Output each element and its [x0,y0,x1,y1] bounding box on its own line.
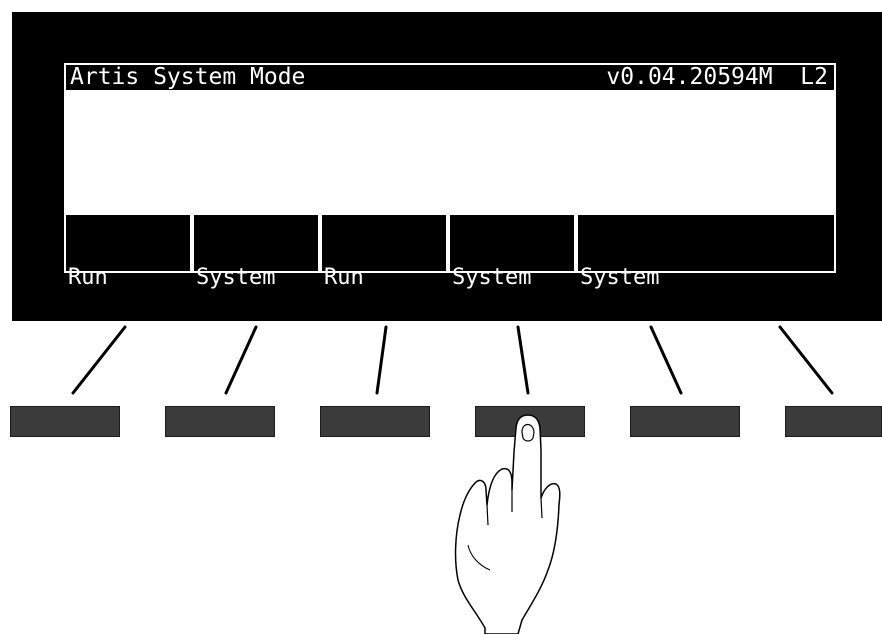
pointing-hand-icon [454,414,561,634]
